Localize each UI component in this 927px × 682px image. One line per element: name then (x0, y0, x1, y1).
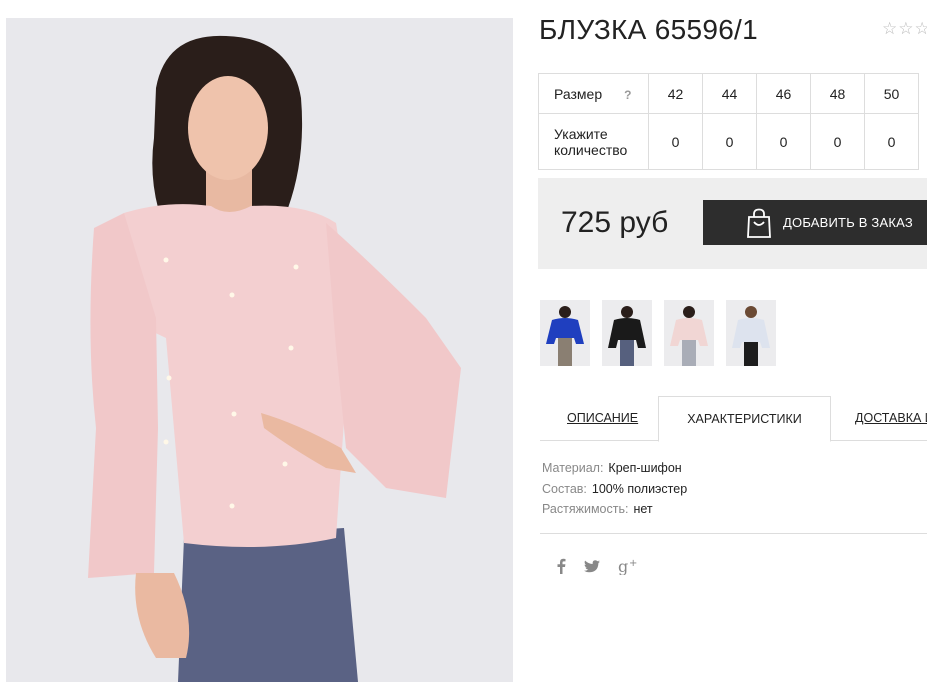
thumb-blue[interactable] (540, 300, 590, 366)
add-to-order-label: ДОБАВИТЬ В ЗАКАЗ (783, 215, 913, 230)
svg-text:g: g (618, 557, 628, 575)
spec-value: 100% полиэстер (591, 481, 688, 496)
quantity-label-line1: Укажите (554, 125, 608, 142)
spec-key: Растяжимость: (542, 502, 629, 516)
social-share: g + (556, 557, 638, 575)
google-plus-icon[interactable]: g + (618, 557, 638, 575)
spec-value: Креп-шифон (608, 461, 682, 475)
quantity-input-42[interactable]: 0 (648, 113, 703, 170)
size-label-cell: Размер? (538, 73, 649, 114)
shopping-bag-icon (745, 208, 773, 238)
svg-text:+: + (629, 558, 637, 569)
product-main-image[interactable] (6, 18, 513, 682)
facebook-icon[interactable] (556, 558, 566, 574)
size-help-icon[interactable]: ? (624, 88, 631, 102)
thumb-pink[interactable] (664, 300, 714, 366)
tab-delivery[interactable]: ДОСТАВКА И (855, 396, 927, 440)
quantity-input-46[interactable]: 0 (756, 113, 811, 170)
size-46: 46 (756, 73, 811, 114)
size-table: Размер? 42 44 46 48 50 Укажите количеств… (538, 73, 919, 170)
size-44: 44 (702, 73, 757, 114)
quantity-row: Укажите количество 0 0 0 0 0 (538, 113, 919, 170)
spec-value: нет (633, 502, 653, 516)
size-42: 42 (648, 73, 703, 114)
product-title: БЛУЗКА 65596/1 (539, 14, 759, 45)
spec-key: Состав: (542, 481, 587, 496)
model-illustration (6, 18, 513, 682)
thumb-black[interactable] (602, 300, 652, 366)
quantity-input-44[interactable]: 0 (702, 113, 757, 170)
spec-key: Материал: (542, 461, 604, 475)
quantity-label-line2: количество (554, 141, 628, 158)
add-to-order-button[interactable]: ДОБАВИТЬ В ЗАКАЗ (703, 200, 927, 245)
price-box: 725 руб ДОБАВИТЬ В ЗАКАЗ (538, 178, 927, 269)
specs-list: Материал: Креп-шифон Состав: 100% полиэсте… (542, 458, 687, 520)
quantity-input-50[interactable]: 0 (864, 113, 919, 170)
divider (540, 533, 927, 534)
spec-row: Материал: Креп-шифон (542, 458, 687, 479)
size-row: Размер? 42 44 46 48 50 (538, 73, 919, 114)
thumb-white[interactable] (726, 300, 776, 366)
product-tabs: ОПИСАНИЕ ХАРАКТЕРИСТИКИ ДОСТАВКА И (540, 396, 927, 442)
spec-row: Состав: 100% полиэстер (542, 479, 687, 500)
quantity-label-cell: Укажите количество (538, 113, 649, 170)
rating-stars-icon[interactable]: ☆☆☆ (882, 19, 927, 39)
tab-description[interactable]: ОПИСАНИЕ (567, 396, 638, 440)
size-48: 48 (810, 73, 865, 114)
twitter-icon[interactable] (584, 559, 600, 573)
spec-row: Растяжимость: нет (542, 499, 687, 520)
price: 725 руб (561, 206, 669, 239)
quantity-input-48[interactable]: 0 (810, 113, 865, 170)
tab-characteristics[interactable]: ХАРАКТЕРИСТИКИ (658, 396, 831, 442)
size-50: 50 (864, 73, 919, 114)
size-label: Размер (554, 85, 603, 102)
